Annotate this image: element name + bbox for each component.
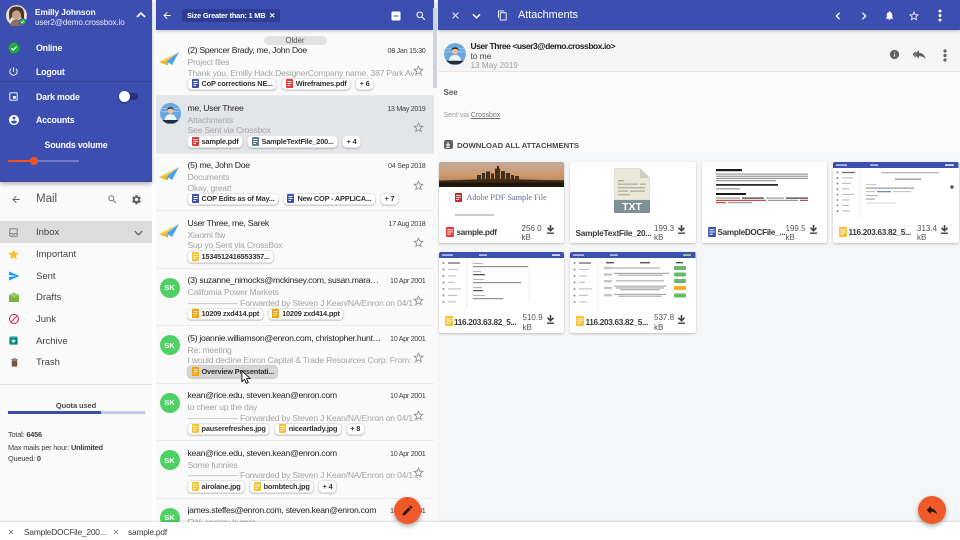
svg-text:TXT: TXT [622,201,642,213]
